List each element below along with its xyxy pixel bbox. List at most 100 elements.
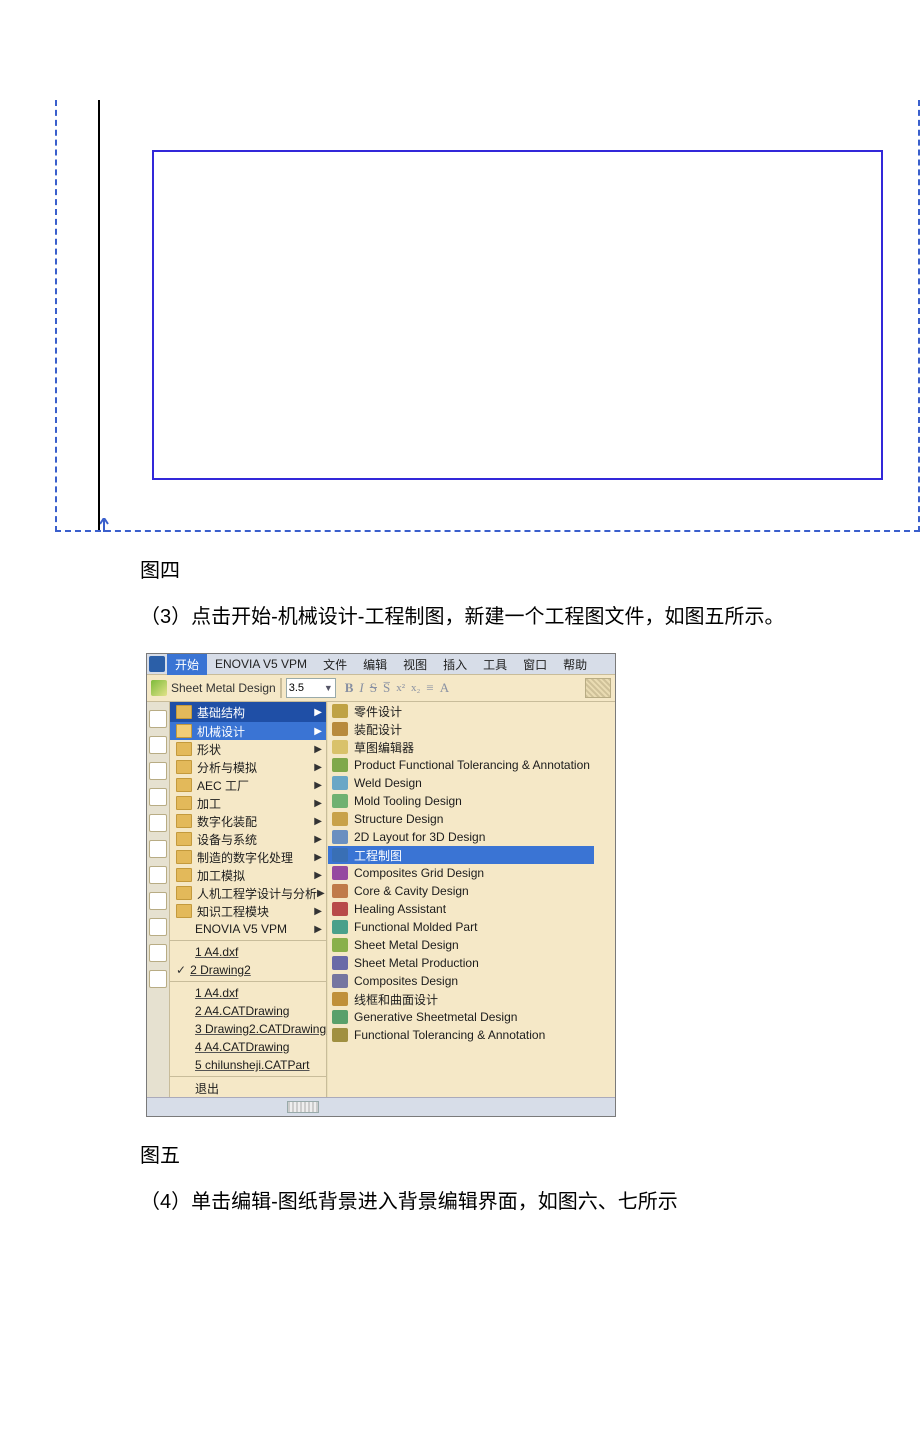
tool-icon[interactable] [149,970,167,988]
submenu-core-cavity[interactable]: Core & Cavity Design [328,882,594,900]
drawing-frame-rect [152,150,883,480]
start-menu: 基础结构 ▶ 机械设计 ▶ 形状 ▶ 分析与模 [170,702,327,1097]
folder-icon [176,778,192,792]
submenu-weld[interactable]: Weld Design [328,774,594,792]
tool-icon[interactable] [149,918,167,936]
bold-button[interactable]: B [345,680,354,696]
start-recent-file[interactable]: 3 Drawing2.CATDrawing [170,1020,326,1038]
strike-button[interactable]: S [370,680,377,696]
submenu-wireframe[interactable]: 线框和曲面设计 [328,990,594,1008]
tool-icon[interactable] [149,814,167,832]
menu-insert[interactable]: 插入 [435,654,475,675]
submenu-functional-molded[interactable]: Functional Molded Part [328,918,594,936]
start-item-basic-structure[interactable]: 基础结构 ▶ [170,702,326,722]
menu-divider [170,981,326,982]
start-item-mechanical-design[interactable]: 机械设计 ▶ [170,722,326,740]
blank-icon [176,1023,190,1035]
start-recent-file[interactable]: 5 chilunsheji.CATPart [170,1056,326,1074]
check-icon: ✓ [176,963,186,977]
submenu-structure[interactable]: Structure Design [328,810,594,828]
blank-icon [176,923,190,935]
submenu-sheet-metal-design[interactable]: Sheet Metal Design [328,936,594,954]
submenu-2d-layout[interactable]: 2D Layout for 3D Design [328,828,594,846]
submenu-functional-tolerancing[interactable]: Functional Tolerancing & Annotation [328,1026,594,1044]
start-item-machining[interactable]: 加工 ▶ [170,794,326,812]
menu-file[interactable]: 文件 [315,654,355,675]
chevron-right-icon: ▶ [314,798,322,809]
label: Structure Design [354,812,443,826]
submenu-sheet-metal-production[interactable]: Sheet Metal Production [328,954,594,972]
tool-icon[interactable] [149,736,167,754]
toolbar-separator [280,678,282,698]
submenu-pft[interactable]: Product Functional Tolerancing & Annotat… [328,756,594,774]
start-item-shape[interactable]: 形状 ▶ [170,740,326,758]
menu-edit[interactable]: 编辑 [355,654,395,675]
tool-icon[interactable] [149,892,167,910]
tool-icon[interactable] [149,944,167,962]
blank-icon [176,1082,190,1094]
start-item-exit[interactable]: 退出 [170,1079,326,1097]
label: 机械设计 [197,723,245,740]
label: 装配设计 [354,721,402,738]
gen-sheetmetal-icon [332,1010,348,1024]
start-item-digital-mockup[interactable]: 数字化装配 ▶ [170,812,326,830]
submenu-sketcher[interactable]: 草图编辑器 [328,738,594,756]
menu-tools[interactable]: 工具 [475,654,515,675]
align-button[interactable]: ≡ [426,680,433,696]
label: 形状 [197,741,221,758]
overline-button[interactable]: S̅ [383,680,390,696]
label: Sheet Metal Design [354,938,459,952]
menu-start[interactable]: 开始 [167,654,207,675]
submenu-generative-sheetmetal[interactable]: Generative Sheetmetal Design [328,1008,594,1026]
label: 数字化装配 [197,813,257,830]
start-item-knowledge[interactable]: 知识工程模块 ▶ [170,902,326,920]
submenu-assembly-design[interactable]: 装配设计 [328,720,594,738]
italic-button[interactable]: I [359,680,363,696]
label: Composites Design [354,974,458,988]
chevron-right-icon: ▶ [314,870,322,881]
menu-window[interactable]: 窗口 [515,654,555,675]
sheet-metal-design-label: Sheet Metal Design [171,681,276,695]
tool-icon[interactable] [149,866,167,884]
tool-icon[interactable] [149,762,167,780]
label: 零件设计 [354,703,402,720]
label: 2D Layout for 3D Design [354,830,485,844]
menu-help[interactable]: 帮助 [555,654,595,675]
tool-icon[interactable] [149,840,167,858]
start-item-aec[interactable]: AEC 工厂 ▶ [170,776,326,794]
subscript-button[interactable]: x₂ [411,682,420,694]
label: 1 A4.dxf [195,986,238,1000]
submenu-composites-design[interactable]: Composites Design [328,972,594,990]
superscript-button[interactable]: x² [396,682,405,694]
submenu-drafting[interactable]: 工程制图 [328,846,594,864]
start-recent-file[interactable]: 1 A4.dxf [170,943,326,961]
start-recent-file[interactable]: 1 A4.dxf [170,984,326,1002]
wireframe-icon [332,992,348,1006]
submenu-part-design[interactable]: 零件设计 [328,702,594,720]
submenu-mold[interactable]: Mold Tooling Design [328,792,594,810]
tool-icon[interactable] [149,788,167,806]
menu-view[interactable]: 视图 [395,654,435,675]
folder-icon [176,904,192,918]
start-item-machining-sim[interactable]: 加工模拟 ▶ [170,866,326,884]
menu-enovia[interactable]: ENOVIA V5 VPM [207,655,315,673]
label: 2 A4.CATDrawing [195,1004,289,1018]
blank-icon [176,946,190,958]
blank-icon [176,1059,190,1071]
start-recent-file[interactable]: 2 A4.CATDrawing [170,1002,326,1020]
start-item-enovia-vpm[interactable]: ENOVIA V5 VPM ▶ [170,920,326,938]
start-recent-file[interactable]: ✓ 2 Drawing2 [170,961,326,979]
start-item-analysis[interactable]: 分析与模拟 ▶ [170,758,326,776]
submenu-healing[interactable]: Healing Assistant [328,900,594,918]
start-item-digital-process[interactable]: 制造的数字化处理 ▶ [170,848,326,866]
label: 制造的数字化处理 [197,849,293,866]
font-size-combo[interactable]: 3.5 ▼ [286,678,336,698]
label: Core & Cavity Design [354,884,469,898]
start-item-equipment[interactable]: 设备与系统 ▶ [170,830,326,848]
submenu-composites-grid[interactable]: Composites Grid Design [328,864,594,882]
weld-icon [332,776,348,790]
font-a-button[interactable]: A [440,680,449,696]
tool-icon[interactable] [149,710,167,728]
start-recent-file[interactable]: 4 A4.CATDrawing [170,1038,326,1056]
start-item-ergonomics[interactable]: 人机工程学设计与分析 ▶ [170,884,326,902]
